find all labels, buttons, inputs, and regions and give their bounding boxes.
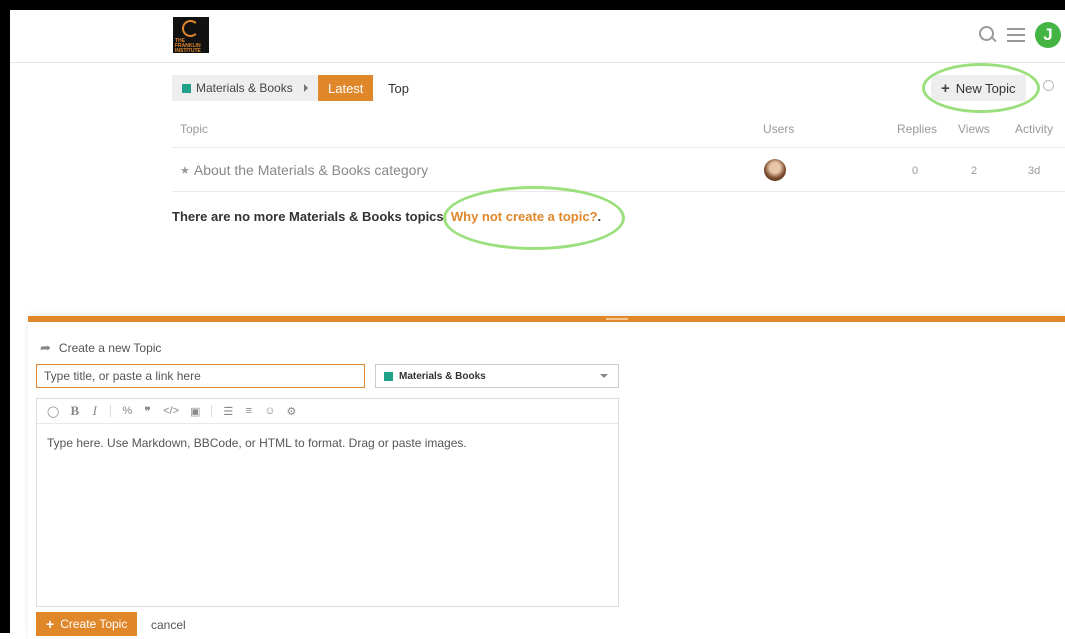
topic-activity[interactable]: 3d [1028,165,1040,177]
site-header: THE FRANKLIN INSTITUTE J [10,10,1065,63]
cancel-link[interactable]: cancel [151,618,186,632]
topic-replies: 0 [912,165,919,177]
site-logo[interactable]: THE FRANKLIN INSTITUTE [173,17,209,54]
header-icons: J [979,22,1061,48]
screen-frame-top [0,0,1065,10]
column-header-users: Users [763,122,795,136]
table-divider [172,147,1065,148]
link-icon[interactable]: % [122,405,132,417]
tab-top[interactable]: Top [388,75,409,101]
notification-dot-icon[interactable] [1043,80,1054,91]
category-dropdown-label: Materials & Books [196,81,293,95]
topic-row-title[interactable]: ★ About the Materials & Books category [180,162,428,178]
pin-icon: ★ [180,164,190,177]
share-arrow-icon: ➦ [40,340,51,355]
editor-toolbar: ◯ B I % ❞ </> ▣ ☰ ≡ ☺ ⚙ [37,399,618,424]
caret-right-icon [303,84,308,92]
code-icon[interactable]: </> [163,405,179,417]
screen-frame-left [0,0,10,633]
composer-category-select[interactable]: Materials & Books [375,364,619,388]
column-header-views[interactable]: Views [958,122,990,136]
bullet-list-icon[interactable]: ☰ [223,405,233,418]
toolbar-separator [110,405,112,417]
composer-heading-label: Create a new Topic [58,341,162,355]
image-icon[interactable]: ▣ [190,405,200,418]
topic-views: 2 [971,165,978,177]
topic-link[interactable]: About the Materials & Books category [194,162,428,178]
toolbar-separator [211,405,213,417]
category-color-swatch [384,371,393,381]
chevron-down-icon [600,374,608,378]
editor-area[interactable]: ◯ B I % ❞ </> ▣ ☰ ≡ ☺ ⚙ Type here. Use M… [36,398,619,607]
logo-text: THE FRANKLIN INSTITUTE [175,38,201,54]
hamburger-menu-icon[interactable] [1007,28,1025,42]
search-icon[interactable] [979,26,997,44]
quote-icon[interactable]: ◯ [47,405,59,418]
logo-ring-icon [182,20,199,37]
create-topic-button[interactable]: + Create Topic [36,612,138,636]
empty-state-text: There are no more Materials & Books topi… [172,209,448,224]
column-header-replies[interactable]: Replies [897,122,937,136]
highlight-circle-new-topic [922,63,1040,113]
topic-title-input[interactable] [36,364,365,388]
plus-icon: + [46,616,55,632]
composer-panel: ➦ Create a new Topic Materials & Books ◯… [28,316,1065,639]
user-avatar[interactable]: J [1035,22,1061,48]
blockquote-icon[interactable]: ❞ [143,405,152,418]
emoji-icon[interactable]: ☺ [264,405,275,417]
poster-avatar[interactable] [764,159,786,181]
gear-icon[interactable]: ⚙ [287,405,297,418]
bold-icon[interactable]: B [70,403,79,419]
highlight-circle-create-link [443,186,625,250]
column-header-activity[interactable]: Activity [1015,122,1053,136]
category-dropdown[interactable]: Materials & Books [172,75,318,101]
column-header-topic[interactable]: Topic [180,122,208,136]
table-row-divider [172,191,1065,192]
create-topic-label: Create Topic [60,617,128,631]
italic-icon[interactable]: I [90,403,99,419]
numbered-list-icon[interactable]: ≡ [244,405,253,417]
editor-placeholder[interactable]: Type here. Use Markdown, BBCode, or HTML… [37,424,618,462]
composer-category-label: Materials & Books [399,370,486,382]
tab-latest[interactable]: Latest [318,75,374,101]
composer-heading: ➦ Create a new Topic [40,340,161,356]
composer-resize-grip[interactable] [606,318,628,320]
category-color-swatch [182,83,191,93]
